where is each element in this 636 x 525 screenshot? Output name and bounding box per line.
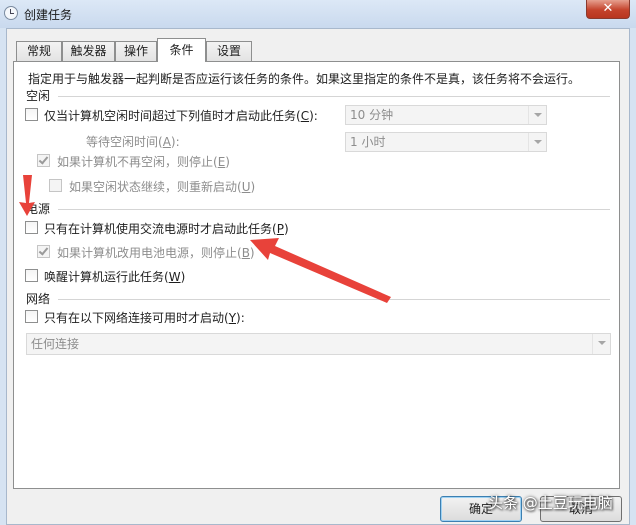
start-only-if-idle-checkbox[interactable] bbox=[25, 108, 38, 121]
start-only-if-idle-label[interactable]: 仅当计算机空闲时间超过下列值时才启动此任务(C): bbox=[44, 107, 318, 124]
tab-actions[interactable]: 操作 bbox=[115, 41, 157, 61]
restart-if-idle-checkbox[interactable] bbox=[49, 179, 62, 192]
wake-to-run-label[interactable]: 唤醒计算机运行此任务(W) bbox=[44, 268, 185, 285]
conditions-panel: 指定用于与触发器一起判断是否应运行该任务的条件。如果这里指定的条件不是真，该任务… bbox=[13, 61, 620, 489]
close-button[interactable]: ✕ bbox=[586, 0, 630, 19]
idle-section-label: 空闲 bbox=[26, 89, 51, 103]
stop-on-battery-checkbox[interactable] bbox=[37, 245, 50, 258]
stop-if-not-idle-label[interactable]: 如果计算机不再空闲，则停止(E) bbox=[57, 153, 230, 170]
ac-power-only-label[interactable]: 只有在计算机使用交流电源时才启动此任务(P) bbox=[44, 220, 289, 237]
wake-to-run-checkbox[interactable] bbox=[25, 269, 38, 282]
idle-duration-select[interactable]: 10 分钟 bbox=[345, 105, 547, 125]
tab-conditions[interactable]: 条件 bbox=[157, 38, 206, 62]
power-section-label: 电源 bbox=[26, 202, 51, 216]
clock-icon bbox=[4, 6, 18, 20]
network-only-label[interactable]: 只有在以下网络连接可用时才启动(Y): bbox=[44, 309, 245, 326]
network-separator bbox=[58, 299, 610, 300]
idle-separator bbox=[58, 96, 610, 97]
stop-on-battery-label[interactable]: 如果计算机改用电池电源，则停止(B) bbox=[57, 244, 255, 261]
wait-for-idle-label: 等待空闲时间(A): bbox=[86, 135, 180, 149]
network-section-label: 网络 bbox=[26, 292, 51, 306]
power-separator bbox=[58, 209, 610, 210]
window-title: 创建任务 bbox=[24, 8, 73, 22]
tab-settings[interactable]: 设置 bbox=[206, 41, 252, 61]
title-bar[interactable]: 创建任务 ✕ bbox=[0, 0, 636, 28]
chevron-down-icon bbox=[592, 334, 610, 354]
dialog-body: 常规 触发器 操作 条件 设置 指定用于与触发器一起判断是否应运行该任务的条件。… bbox=[6, 28, 630, 525]
network-connection-select[interactable]: 任何连接 bbox=[26, 333, 611, 355]
tab-triggers[interactable]: 触发器 bbox=[62, 41, 115, 61]
chevron-down-icon bbox=[528, 106, 546, 124]
close-icon: ✕ bbox=[602, 1, 614, 16]
network-only-checkbox[interactable] bbox=[25, 310, 38, 323]
ac-power-only-checkbox[interactable] bbox=[25, 221, 38, 234]
task-dialog-window: 创建任务 ✕ 常规 触发器 操作 条件 设置 指定用于与触发器一起判断是否应运行… bbox=[0, 0, 636, 525]
watermark-text: 头条 @土豆玩电脑 bbox=[488, 494, 613, 512]
restart-if-idle-label[interactable]: 如果空闲状态继续，则重新启动(U) bbox=[69, 178, 255, 195]
chevron-down-icon bbox=[528, 133, 546, 151]
stop-if-not-idle-checkbox[interactable] bbox=[37, 154, 50, 167]
tab-general[interactable]: 常规 bbox=[16, 41, 62, 61]
description-text: 指定用于与触发器一起判断是否应运行该任务的条件。如果这里指定的条件不是真，该任务… bbox=[28, 72, 581, 86]
wait-for-idle-select[interactable]: 1 小时 bbox=[345, 132, 547, 152]
